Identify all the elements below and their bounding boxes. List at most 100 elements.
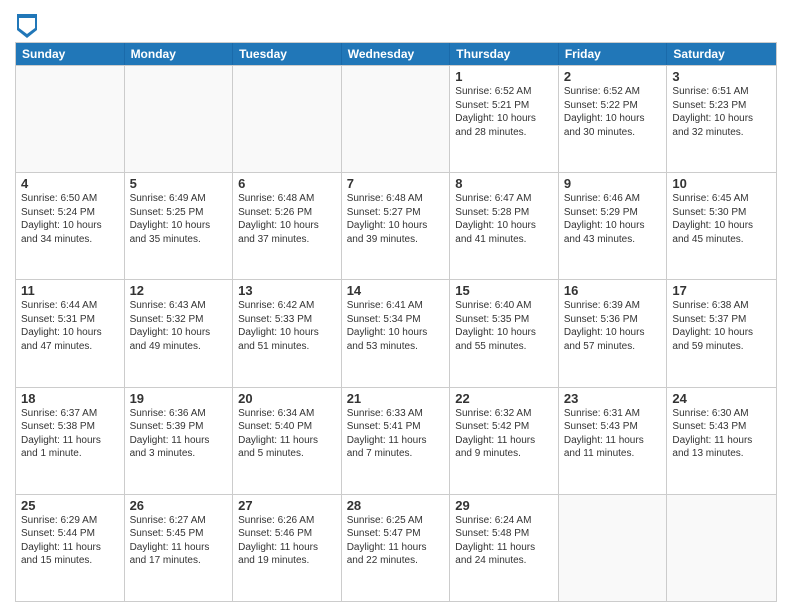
calendar-cell: 23Sunrise: 6:31 AM Sunset: 5:43 PM Dayli… [559,388,668,494]
weekday-header: Sunday [16,43,125,65]
weekday-header: Monday [125,43,234,65]
cell-date-number: 2 [564,69,662,84]
cell-date-number: 29 [455,498,553,513]
cell-info: Sunrise: 6:39 AM Sunset: 5:36 PM Dayligh… [564,299,662,353]
weekday-header: Tuesday [233,43,342,65]
calendar-row: 18Sunrise: 6:37 AM Sunset: 5:38 PM Dayli… [16,387,776,494]
calendar-cell [233,66,342,172]
cell-date-number: 27 [238,498,336,513]
cell-info: Sunrise: 6:46 AM Sunset: 5:29 PM Dayligh… [564,192,662,246]
calendar-cell: 19Sunrise: 6:36 AM Sunset: 5:39 PM Dayli… [125,388,234,494]
cell-info: Sunrise: 6:43 AM Sunset: 5:32 PM Dayligh… [130,299,228,353]
calendar-cell: 6Sunrise: 6:48 AM Sunset: 5:26 PM Daylig… [233,173,342,279]
calendar-body: 1Sunrise: 6:52 AM Sunset: 5:21 PM Daylig… [16,65,776,601]
cell-date-number: 28 [347,498,445,513]
calendar: SundayMondayTuesdayWednesdayThursdayFrid… [15,42,777,602]
cell-info: Sunrise: 6:52 AM Sunset: 5:22 PM Dayligh… [564,85,662,139]
cell-info: Sunrise: 6:25 AM Sunset: 5:47 PM Dayligh… [347,514,445,568]
cell-date-number: 6 [238,176,336,191]
calendar-cell: 2Sunrise: 6:52 AM Sunset: 5:22 PM Daylig… [559,66,668,172]
cell-info: Sunrise: 6:50 AM Sunset: 5:24 PM Dayligh… [21,192,119,246]
cell-info: Sunrise: 6:52 AM Sunset: 5:21 PM Dayligh… [455,85,553,139]
cell-info: Sunrise: 6:51 AM Sunset: 5:23 PM Dayligh… [672,85,771,139]
calendar-cell: 7Sunrise: 6:48 AM Sunset: 5:27 PM Daylig… [342,173,451,279]
cell-info: Sunrise: 6:48 AM Sunset: 5:26 PM Dayligh… [238,192,336,246]
calendar-cell: 28Sunrise: 6:25 AM Sunset: 5:47 PM Dayli… [342,495,451,601]
cell-info: Sunrise: 6:27 AM Sunset: 5:45 PM Dayligh… [130,514,228,568]
calendar-row: 25Sunrise: 6:29 AM Sunset: 5:44 PM Dayli… [16,494,776,601]
cell-date-number: 18 [21,391,119,406]
cell-date-number: 23 [564,391,662,406]
cell-date-number: 5 [130,176,228,191]
cell-info: Sunrise: 6:49 AM Sunset: 5:25 PM Dayligh… [130,192,228,246]
calendar-cell: 24Sunrise: 6:30 AM Sunset: 5:43 PM Dayli… [667,388,776,494]
header [15,10,777,38]
cell-date-number: 13 [238,283,336,298]
calendar-cell: 5Sunrise: 6:49 AM Sunset: 5:25 PM Daylig… [125,173,234,279]
cell-date-number: 17 [672,283,771,298]
cell-date-number: 1 [455,69,553,84]
cell-date-number: 7 [347,176,445,191]
cell-date-number: 19 [130,391,228,406]
cell-date-number: 15 [455,283,553,298]
calendar-cell [16,66,125,172]
calendar-cell [342,66,451,172]
calendar-cell: 15Sunrise: 6:40 AM Sunset: 5:35 PM Dayli… [450,280,559,386]
cell-info: Sunrise: 6:48 AM Sunset: 5:27 PM Dayligh… [347,192,445,246]
cell-info: Sunrise: 6:41 AM Sunset: 5:34 PM Dayligh… [347,299,445,353]
weekday-header: Thursday [450,43,559,65]
calendar-cell: 9Sunrise: 6:46 AM Sunset: 5:29 PM Daylig… [559,173,668,279]
calendar-cell: 13Sunrise: 6:42 AM Sunset: 5:33 PM Dayli… [233,280,342,386]
calendar-row: 11Sunrise: 6:44 AM Sunset: 5:31 PM Dayli… [16,279,776,386]
cell-info: Sunrise: 6:45 AM Sunset: 5:30 PM Dayligh… [672,192,771,246]
calendar-cell: 20Sunrise: 6:34 AM Sunset: 5:40 PM Dayli… [233,388,342,494]
calendar-row: 1Sunrise: 6:52 AM Sunset: 5:21 PM Daylig… [16,65,776,172]
cell-info: Sunrise: 6:26 AM Sunset: 5:46 PM Dayligh… [238,514,336,568]
cell-date-number: 26 [130,498,228,513]
cell-info: Sunrise: 6:29 AM Sunset: 5:44 PM Dayligh… [21,514,119,568]
calendar-cell [559,495,668,601]
cell-info: Sunrise: 6:42 AM Sunset: 5:33 PM Dayligh… [238,299,336,353]
cell-date-number: 12 [130,283,228,298]
weekday-header: Wednesday [342,43,451,65]
calendar-cell: 16Sunrise: 6:39 AM Sunset: 5:36 PM Dayli… [559,280,668,386]
calendar-cell: 3Sunrise: 6:51 AM Sunset: 5:23 PM Daylig… [667,66,776,172]
cell-date-number: 4 [21,176,119,191]
cell-date-number: 21 [347,391,445,406]
logo-icon [17,14,37,38]
cell-info: Sunrise: 6:32 AM Sunset: 5:42 PM Dayligh… [455,407,553,461]
cell-date-number: 25 [21,498,119,513]
cell-date-number: 11 [21,283,119,298]
calendar-cell: 29Sunrise: 6:24 AM Sunset: 5:48 PM Dayli… [450,495,559,601]
calendar-cell: 12Sunrise: 6:43 AM Sunset: 5:32 PM Dayli… [125,280,234,386]
cell-date-number: 16 [564,283,662,298]
calendar-cell: 10Sunrise: 6:45 AM Sunset: 5:30 PM Dayli… [667,173,776,279]
calendar-cell: 22Sunrise: 6:32 AM Sunset: 5:42 PM Dayli… [450,388,559,494]
calendar-cell: 11Sunrise: 6:44 AM Sunset: 5:31 PM Dayli… [16,280,125,386]
cell-date-number: 24 [672,391,771,406]
cell-info: Sunrise: 6:44 AM Sunset: 5:31 PM Dayligh… [21,299,119,353]
logo [15,14,37,38]
cell-date-number: 20 [238,391,336,406]
calendar-row: 4Sunrise: 6:50 AM Sunset: 5:24 PM Daylig… [16,172,776,279]
cell-info: Sunrise: 6:40 AM Sunset: 5:35 PM Dayligh… [455,299,553,353]
cell-info: Sunrise: 6:38 AM Sunset: 5:37 PM Dayligh… [672,299,771,353]
cell-info: Sunrise: 6:34 AM Sunset: 5:40 PM Dayligh… [238,407,336,461]
cell-info: Sunrise: 6:33 AM Sunset: 5:41 PM Dayligh… [347,407,445,461]
cell-info: Sunrise: 6:30 AM Sunset: 5:43 PM Dayligh… [672,407,771,461]
calendar-cell: 17Sunrise: 6:38 AM Sunset: 5:37 PM Dayli… [667,280,776,386]
calendar-cell: 1Sunrise: 6:52 AM Sunset: 5:21 PM Daylig… [450,66,559,172]
weekday-header: Friday [559,43,668,65]
calendar-cell: 25Sunrise: 6:29 AM Sunset: 5:44 PM Dayli… [16,495,125,601]
calendar-cell: 4Sunrise: 6:50 AM Sunset: 5:24 PM Daylig… [16,173,125,279]
cell-date-number: 8 [455,176,553,191]
cell-date-number: 22 [455,391,553,406]
cell-info: Sunrise: 6:24 AM Sunset: 5:48 PM Dayligh… [455,514,553,568]
calendar-cell: 8Sunrise: 6:47 AM Sunset: 5:28 PM Daylig… [450,173,559,279]
cell-info: Sunrise: 6:31 AM Sunset: 5:43 PM Dayligh… [564,407,662,461]
cell-info: Sunrise: 6:37 AM Sunset: 5:38 PM Dayligh… [21,407,119,461]
calendar-cell: 18Sunrise: 6:37 AM Sunset: 5:38 PM Dayli… [16,388,125,494]
calendar-cell: 27Sunrise: 6:26 AM Sunset: 5:46 PM Dayli… [233,495,342,601]
cell-date-number: 9 [564,176,662,191]
weekday-header: Saturday [667,43,776,65]
